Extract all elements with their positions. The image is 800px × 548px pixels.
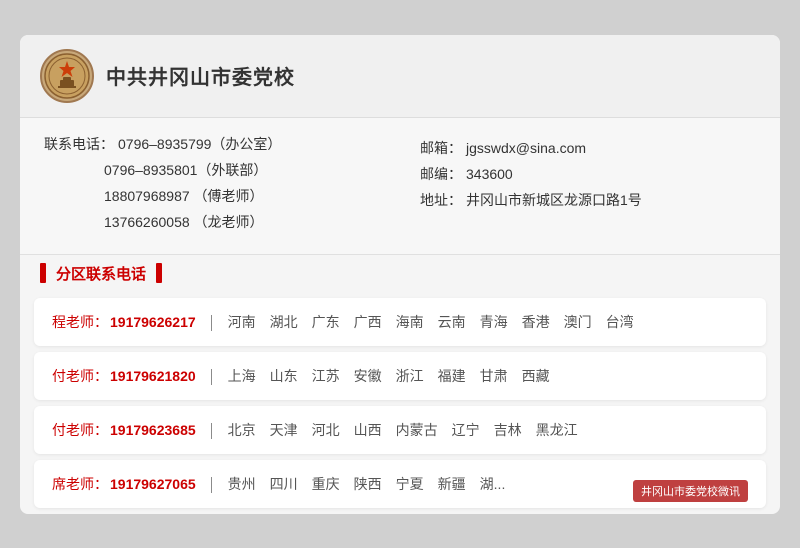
address-value: 井冈山市新城区龙源口路1号 [466, 190, 642, 210]
school-name: 中共井冈山市委党校 [106, 61, 295, 90]
postcode-label: 邮编： [420, 164, 462, 184]
region-label: 广西 [354, 312, 382, 332]
region-label: 浙江 [396, 366, 424, 386]
page-wrapper: 中共井冈山市委党校 联系电话： 0796–8935799（办公室） 0796–8… [20, 35, 780, 514]
district-teacher-1: 付老师： [52, 366, 108, 386]
section-title-area: 分区联系电话 [20, 255, 780, 292]
header-section: 中共井冈山市委党校 [20, 35, 780, 118]
district-item-3: 席老师：19179627065 ｜ 贵州四川重庆陕西宁夏新疆湖... 井冈山市委党… [34, 460, 766, 508]
region-label: 吉林 [494, 420, 522, 440]
region-label: 湖... [480, 474, 506, 494]
region-label: 江苏 [312, 366, 340, 386]
region-label: 天津 [270, 420, 298, 440]
postcode-value: 343600 [466, 166, 513, 182]
district-phone-3: 19179627065 [110, 476, 196, 492]
region-label: 云南 [438, 312, 466, 332]
phone-line-4: 13766260058 （龙老师） [44, 212, 380, 232]
watermark: 井冈山市委党校微讯 [633, 480, 748, 502]
region-label: 新疆 [438, 474, 466, 494]
region-label: 青海 [480, 312, 508, 332]
district-phone-2: 19179623685 [110, 422, 196, 438]
section-title-text: 分区联系电话 [56, 263, 146, 284]
region-label: 河南 [228, 312, 256, 332]
address-label: 地址： [420, 190, 462, 210]
region-label: 辽宁 [452, 420, 480, 440]
districts-container: 程老师：19179626217 ｜ 河南湖北广东广西海南云南青海香港澳门台湾付老… [20, 298, 780, 508]
region-label: 甘肃 [480, 366, 508, 386]
region-label: 台湾 [606, 312, 634, 332]
region-label: 内蒙古 [396, 420, 438, 440]
region-label: 宁夏 [396, 474, 424, 494]
district-phone-1: 19179621820 [110, 368, 196, 384]
district-regions-0: 河南湖北广东广西海南云南青海香港澳门台湾 [228, 312, 634, 332]
email-value: jgsswdx@sina.com [466, 140, 586, 156]
email-label: 邮箱： [420, 138, 462, 158]
region-label: 山西 [354, 420, 382, 440]
region-label: 西藏 [522, 366, 550, 386]
region-label: 贵州 [228, 474, 256, 494]
region-label: 澳门 [564, 312, 592, 332]
phone-line-2: 0796–8935801（外联部） [44, 160, 380, 180]
district-divider-2: ｜ [204, 418, 220, 442]
region-label: 湖北 [270, 312, 298, 332]
postcode-line: 邮编： 343600 [420, 164, 756, 184]
district-item-0: 程老师：19179626217 ｜ 河南湖北广东广西海南云南青海香港澳门台湾 [34, 298, 766, 346]
district-regions-2: 北京天津河北山西内蒙古辽宁吉林黑龙江 [228, 420, 578, 440]
contact-right: 邮箱： jgsswdx@sina.com 邮编： 343600 地址： 井冈山市… [420, 134, 756, 238]
region-label: 上海 [228, 366, 256, 386]
district-teacher-0: 程老师： [52, 312, 108, 332]
address-line: 地址： 井冈山市新城区龙源口路1号 [420, 190, 756, 210]
phone-line-1: 联系电话： 0796–8935799（办公室） [44, 134, 380, 154]
region-label: 山东 [270, 366, 298, 386]
school-logo [40, 49, 94, 103]
phone-label: 联系电话： [44, 134, 114, 154]
phone-1: 0796–8935799（办公室） [118, 134, 281, 154]
region-label: 陕西 [354, 474, 382, 494]
district-item-2: 付老师：19179623685 ｜ 北京天津河北山西内蒙古辽宁吉林黑龙江 [34, 406, 766, 454]
phone-line-3: 18807968987 （傅老师） [44, 186, 380, 206]
region-label: 安徽 [354, 366, 382, 386]
section-title-bar: 分区联系电话 [40, 263, 162, 284]
region-label: 黑龙江 [536, 420, 578, 440]
red-bar-left [40, 263, 46, 283]
region-label: 广东 [312, 312, 340, 332]
district-divider-0: ｜ [204, 310, 220, 334]
district-teacher-2: 付老师： [52, 420, 108, 440]
email-line: 邮箱： jgsswdx@sina.com [420, 138, 756, 158]
district-teacher-3: 席老师： [52, 474, 108, 494]
region-label: 福建 [438, 366, 466, 386]
region-label: 重庆 [312, 474, 340, 494]
district-divider-1: ｜ [204, 364, 220, 388]
region-label: 香港 [522, 312, 550, 332]
region-label: 海南 [396, 312, 424, 332]
region-label: 河北 [312, 420, 340, 440]
contact-section: 联系电话： 0796–8935799（办公室） 0796–8935801（外联部… [20, 118, 780, 255]
district-regions-3: 贵州四川重庆陕西宁夏新疆湖... [228, 474, 506, 494]
region-label: 四川 [270, 474, 298, 494]
region-label: 北京 [228, 420, 256, 440]
district-regions-1: 上海山东江苏安徽浙江福建甘肃西藏 [228, 366, 550, 386]
red-bar-right [156, 263, 162, 283]
district-item-1: 付老师：19179621820 ｜ 上海山东江苏安徽浙江福建甘肃西藏 [34, 352, 766, 400]
contact-left: 联系电话： 0796–8935799（办公室） 0796–8935801（外联部… [44, 134, 380, 238]
district-phone-0: 19179626217 [110, 314, 196, 330]
logo-area: 中共井冈山市委党校 [40, 49, 295, 103]
district-divider-3: ｜ [204, 472, 220, 496]
